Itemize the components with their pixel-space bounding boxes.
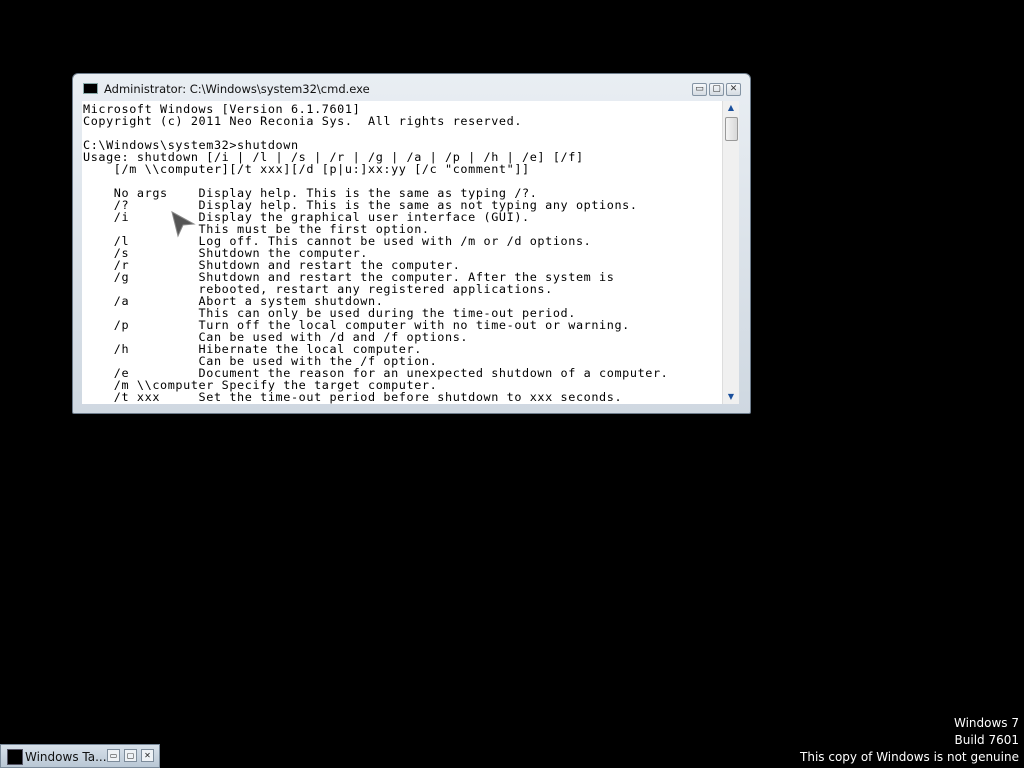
close-button[interactable]: ✕ [141, 749, 154, 762]
desktop: Administrator: C:\Windows\system32\cmd.e… [0, 0, 1024, 768]
minimized-window-label: Windows Ta... [25, 750, 107, 764]
mouse-pointer-icon [171, 211, 196, 238]
scroll-thumb[interactable] [725, 117, 738, 141]
cmd-window[interactable]: Administrator: C:\Windows\system32\cmd.e… [72, 73, 751, 414]
os-name: Windows 7 [953, 716, 1019, 730]
cmd-icon [7, 749, 23, 765]
console-text: Microsoft Windows [Version 6.1.7601] Cop… [82, 101, 722, 403]
console-output[interactable]: Microsoft Windows [Version 6.1.7601] Cop… [82, 101, 722, 404]
console-line: Copyright (c) 2011 Neo Reconia Sys. All … [83, 114, 523, 128]
vertical-scrollbar[interactable]: ▲ ▼ [722, 101, 739, 404]
scroll-up-icon[interactable]: ▲ [723, 101, 739, 115]
window-title: Administrator: C:\Windows\system32\cmd.e… [104, 82, 370, 96]
minimize-button[interactable]: ▭ [692, 83, 707, 96]
genuine-notice: This copy of Windows is not genuine [800, 750, 1019, 764]
maximize-button[interactable]: ▢ [709, 83, 724, 96]
build-number: Build 7601 [954, 733, 1019, 747]
scroll-down-icon[interactable]: ▼ [723, 390, 739, 404]
close-button[interactable]: ✕ [726, 83, 741, 96]
minimized-window[interactable]: Windows Ta... ▭ ▢ ✕ [0, 744, 160, 768]
genuine-watermark: Windows 7 Build 7601 This copy of Window… [800, 715, 1019, 766]
title-bar[interactable]: Administrator: C:\Windows\system32\cmd.e… [73, 74, 750, 101]
cmd-icon [83, 83, 98, 94]
maximize-button[interactable]: ▢ [124, 749, 137, 762]
restore-button[interactable]: ▭ [107, 749, 120, 762]
console-line: /t xxx Set the time-out period before sh… [113, 390, 623, 404]
console-line: [/m \\computer][/t xxx][/d [p|u:]xx:yy [… [113, 162, 530, 176]
